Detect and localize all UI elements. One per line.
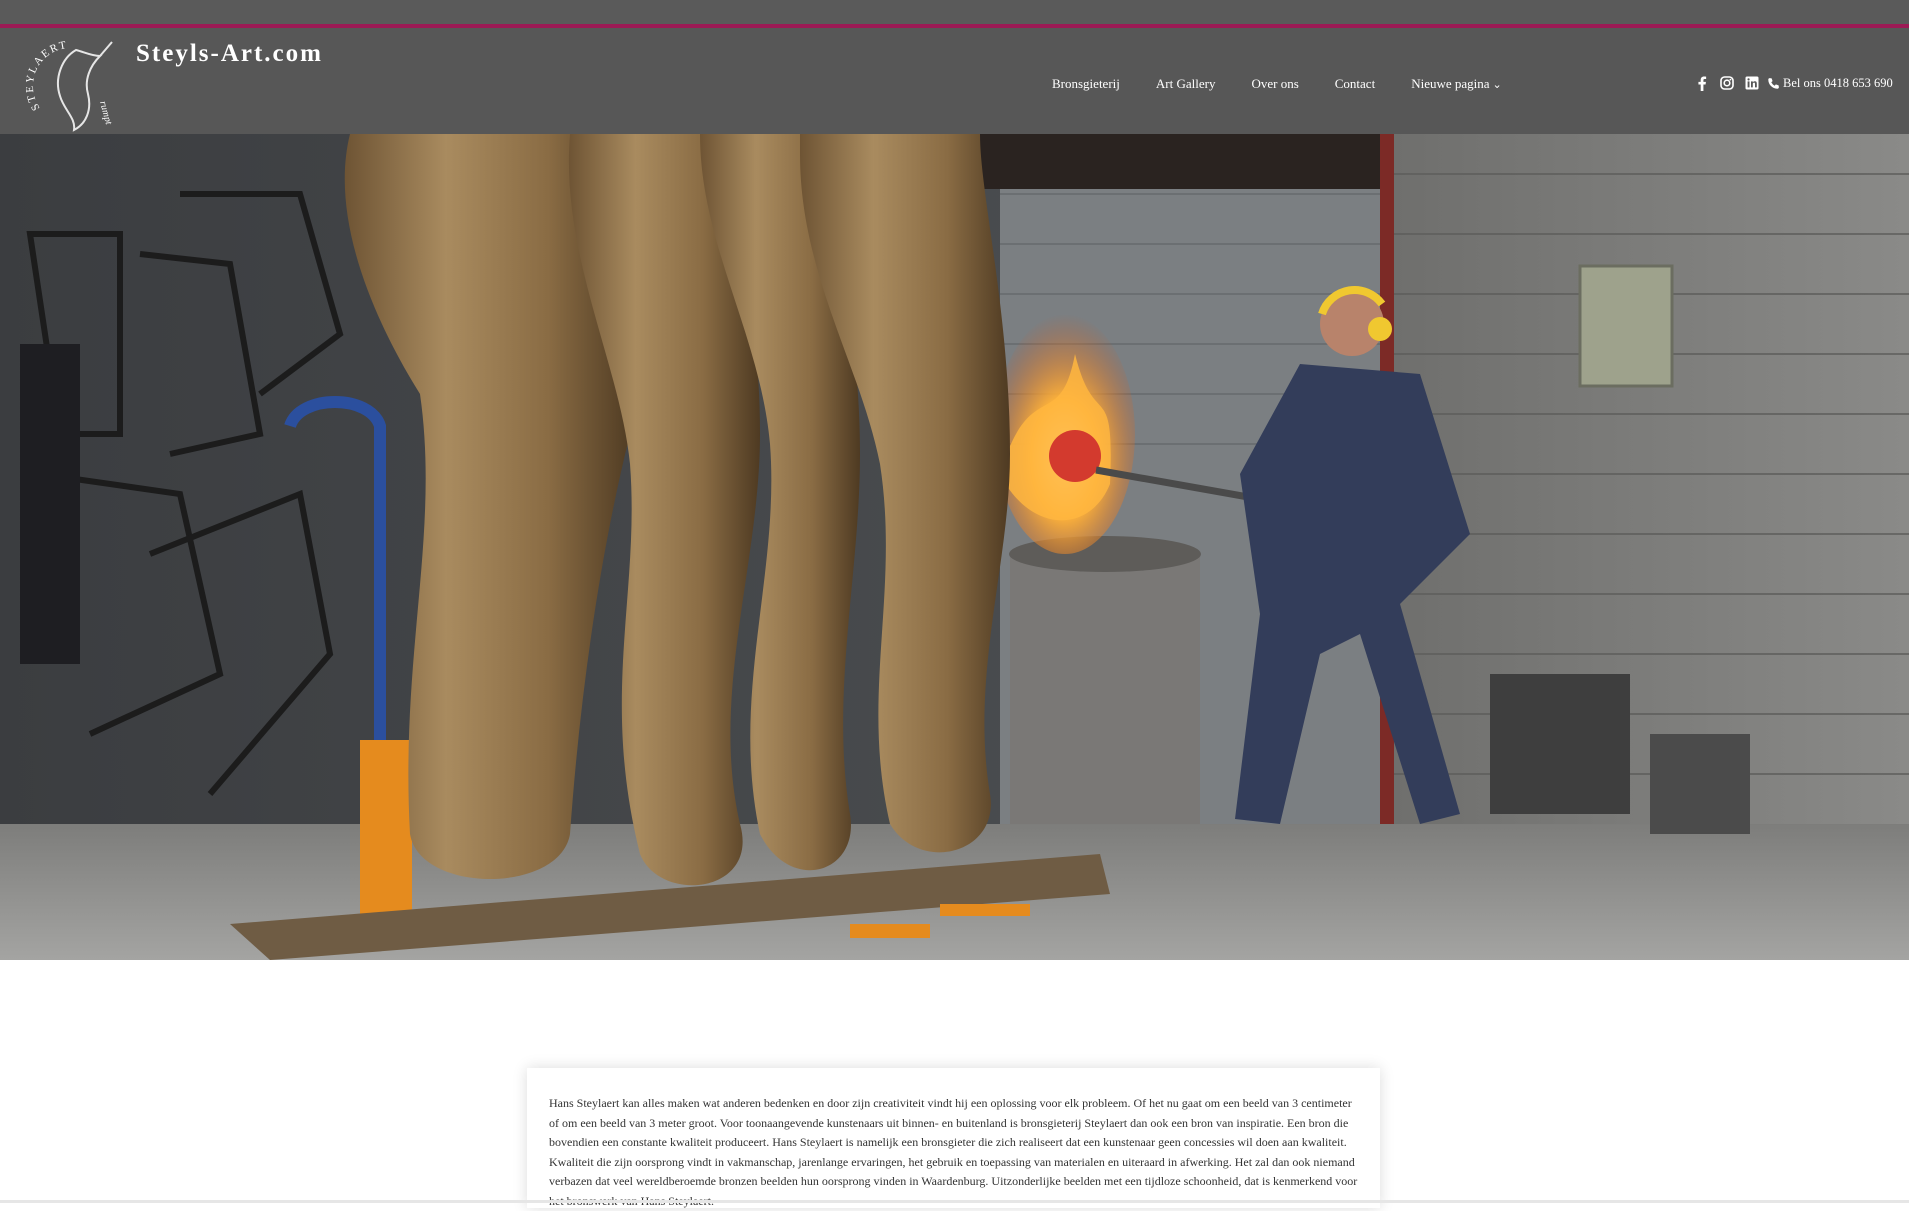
hero-image (0, 134, 1909, 960)
nav-item-bronsgieterij[interactable]: Bronsgieterij (1052, 76, 1120, 92)
instagram-icon[interactable] (1719, 75, 1735, 91)
nav-item-over-ons[interactable]: Over ons (1251, 76, 1298, 92)
nav-item-art-gallery[interactable]: Art Gallery (1156, 76, 1216, 92)
nav-label: Over ons (1251, 76, 1299, 91)
nav-label: Art Gallery (1155, 76, 1216, 91)
linkedin-icon[interactable] (1744, 75, 1760, 91)
main-nav: Bronsgieterij Art Gallery Over ons Conta… (1052, 76, 1538, 92)
logo[interactable]: STEYLAERT rumpt (24, 38, 122, 134)
phone-link[interactable]: Bel ons 0418 653 690 (1767, 76, 1893, 91)
foundry-photo (0, 134, 1909, 960)
site-header: STEYLAERT rumpt Steyls-Art.com Bronsgiet… (0, 28, 1909, 134)
nav-item-contact[interactable]: Contact (1335, 76, 1375, 92)
nav-label: Nieuwe pagina (1411, 76, 1490, 91)
site-title[interactable]: Steyls-Art.com (136, 40, 323, 68)
logo-emblem: STEYLAERT rumpt (24, 39, 114, 132)
social-bar: Bel ons 0418 653 690 (1694, 75, 1893, 91)
intro-card: Hans Steylaert kan alles maken wat ander… (527, 1068, 1380, 1208)
intro-text: Hans Steylaert kan alles maken wat ander… (549, 1096, 1358, 1208)
facebook-icon[interactable] (1694, 75, 1710, 91)
nav-item-nieuwe-pagina[interactable]: Nieuwe pagina ⌄ (1411, 76, 1502, 92)
top-strip (0, 0, 1909, 24)
chevron-down-icon: ⌄ (1492, 78, 1502, 91)
nav-label: Contact (1334, 76, 1376, 91)
phone-label: Bel ons 0418 653 690 (1783, 75, 1893, 90)
nav-label: Bronsgieterij (1052, 76, 1120, 91)
phone-icon (1768, 77, 1779, 89)
logo-signature: rumpt (97, 100, 114, 126)
